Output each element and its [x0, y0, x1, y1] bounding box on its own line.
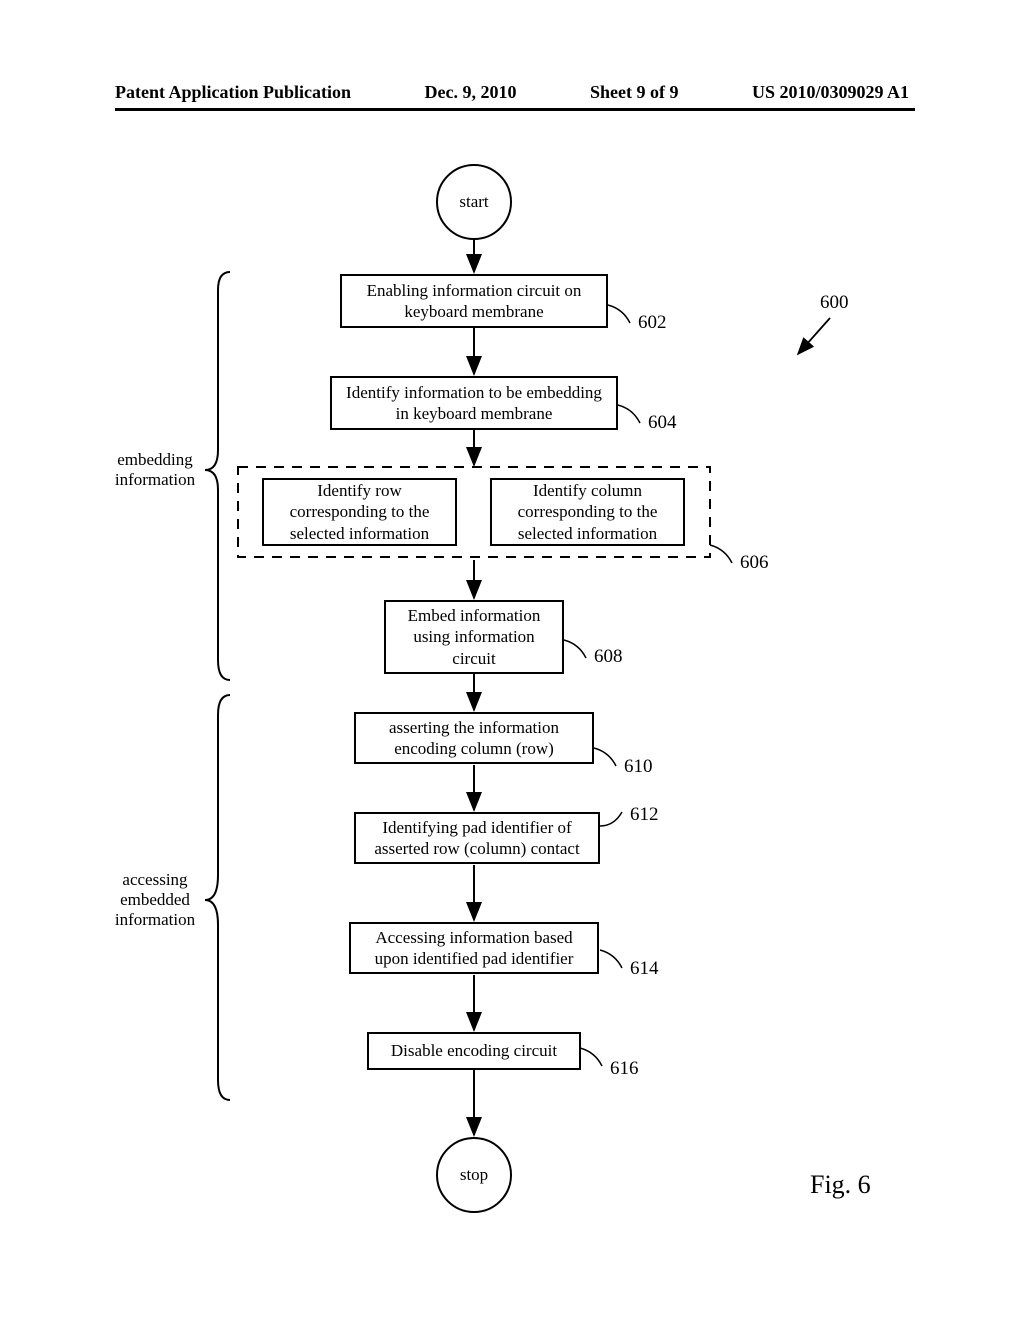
step-610: asserting the information encoding colum…	[354, 712, 594, 764]
ref-616: 616	[610, 1058, 639, 1080]
step-616-text: Disable encoding circuit	[391, 1040, 557, 1061]
step-612: Identifying pad identifier of asserted r…	[354, 812, 600, 864]
ref-602: 602	[638, 312, 667, 334]
ref-600: 600	[820, 292, 849, 314]
step-602-text: Enabling information circuit on keyboard…	[352, 280, 596, 323]
stop-node: stop	[436, 1137, 512, 1213]
ref-608: 608	[594, 646, 623, 668]
ref-610: 610	[624, 756, 653, 778]
header-left: Patent Application Publication	[115, 82, 351, 103]
step-608-text: Embed information using information circ…	[396, 605, 552, 669]
step-612-text: Identifying pad identifier of asserted r…	[366, 817, 588, 860]
stop-label: stop	[460, 1165, 488, 1185]
step-602: Enabling information circuit on keyboard…	[340, 274, 608, 328]
step-614-text: Accessing information based upon identif…	[361, 927, 587, 970]
step-606b: Identify column corresponding to the sel…	[490, 478, 685, 546]
step-614: Accessing information based upon identif…	[349, 922, 599, 974]
step-616: Disable encoding circuit	[367, 1032, 581, 1070]
header-right: US 2010/0309029 A1	[752, 82, 909, 103]
page-header: Patent Application Publication Dec. 9, 2…	[0, 82, 1024, 103]
step-610-text: asserting the information encoding colum…	[366, 717, 582, 760]
side-label-embedding: embedding information	[105, 450, 205, 490]
step-608: Embed information using information circ…	[384, 600, 564, 674]
ref-612: 612	[630, 804, 659, 826]
step-606a: Identify row corresponding to the select…	[262, 478, 457, 546]
flowchart-diagram: start Enabling information circuit on ke…	[0, 140, 1024, 1290]
side-label-accessing: accessing embedded information	[105, 870, 205, 930]
header-center-date: Dec. 9, 2010	[425, 82, 517, 103]
ref-606: 606	[740, 552, 769, 574]
start-node: start	[436, 164, 512, 240]
ref-604: 604	[648, 412, 677, 434]
step-606b-text: Identify column corresponding to the sel…	[502, 480, 673, 544]
figure-label: Fig. 6	[810, 1170, 871, 1200]
step-604: Identify information to be embedding in …	[330, 376, 618, 430]
start-label: start	[459, 192, 488, 212]
header-center-sheet: Sheet 9 of 9	[590, 82, 679, 103]
step-606a-text: Identify row corresponding to the select…	[274, 480, 445, 544]
step-604-text: Identify information to be embedding in …	[342, 382, 606, 425]
ref-614: 614	[630, 958, 659, 980]
header-divider	[115, 108, 915, 111]
